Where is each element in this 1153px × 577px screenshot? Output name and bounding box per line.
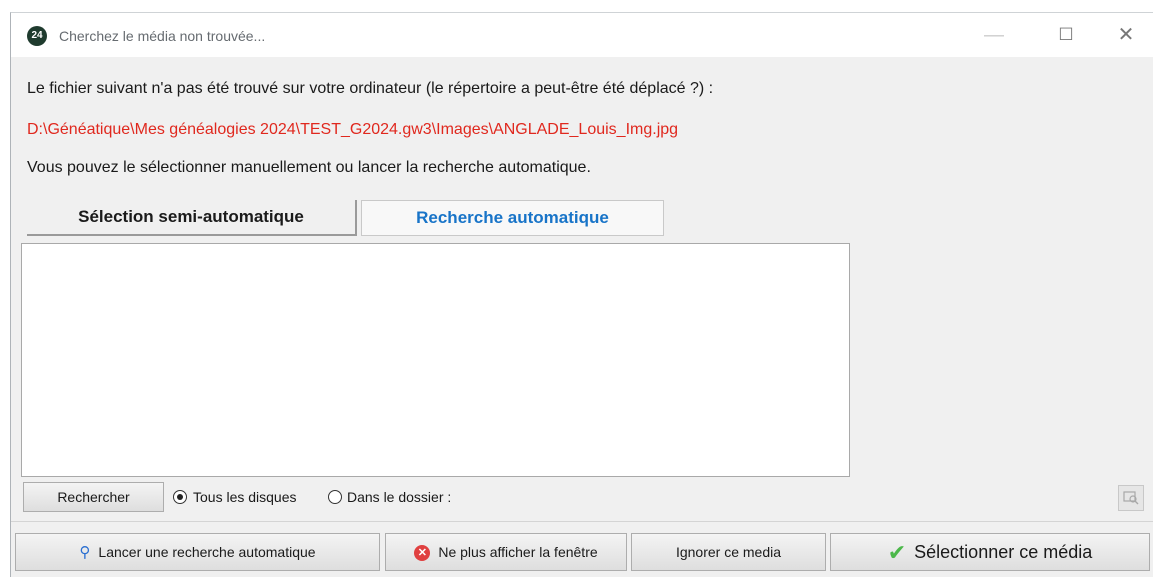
maximize-button[interactable]: ☐ [1043,17,1089,53]
in-folder-label[interactable]: Dans le dossier : [347,489,451,505]
tab-automatic-search[interactable]: Recherche automatique [361,200,664,236]
not-found-message: Le fichier suivant n'a pas été trouvé su… [27,80,714,97]
title-bar: 24 Cherchez le média non trouvée... — ☐ … [11,13,1153,57]
checkmark-icon: ✔ [887,540,907,566]
select-media-label: Sélectionner ce média [914,542,1093,562]
footer-divider [11,521,1153,522]
all-disks-radio[interactable] [173,490,187,504]
search-results-list[interactable] [21,243,850,477]
stop-icon: ✕ [414,545,431,562]
minimize-button[interactable]: — [971,17,1017,53]
window-title: Cherchez le média non trouvée... [59,28,266,44]
auto-search-label: Lancer une recherche automatique [98,544,316,560]
ignore-media-button[interactable]: Ignorer ce media [631,533,826,571]
ignore-media-label: Ignorer ce media [675,544,782,560]
hide-window-button[interactable]: ✕ Ne plus afficher la fenêtre [385,533,627,571]
tab-semi-automatic[interactable]: Sélection semi-automatique [27,200,357,236]
all-disks-label[interactable]: Tous les disques [193,489,297,505]
dialog-window: 24 Cherchez le média non trouvée... — ☐ … [10,12,1153,577]
browse-folder-icon[interactable] [1118,485,1144,511]
search-button[interactable]: Rechercher [23,482,164,512]
close-button[interactable]: ✕ [1103,17,1149,53]
app-logo-icon: 24 [27,26,47,46]
in-folder-radio[interactable] [328,490,342,504]
hide-window-label: Ne plus afficher la fenêtre [438,544,598,560]
instruction-message: Vous pouvez le sélectionner manuellement… [27,159,591,176]
auto-search-button[interactable]: ⚲ Lancer une recherche automatique [15,533,380,571]
search-icon: ⚲ [79,544,91,562]
select-media-button[interactable]: ✔ Sélectionner ce média [830,533,1150,571]
missing-file-path: D:\Généatique\Mes généalogies 2024\TEST_… [27,121,679,138]
